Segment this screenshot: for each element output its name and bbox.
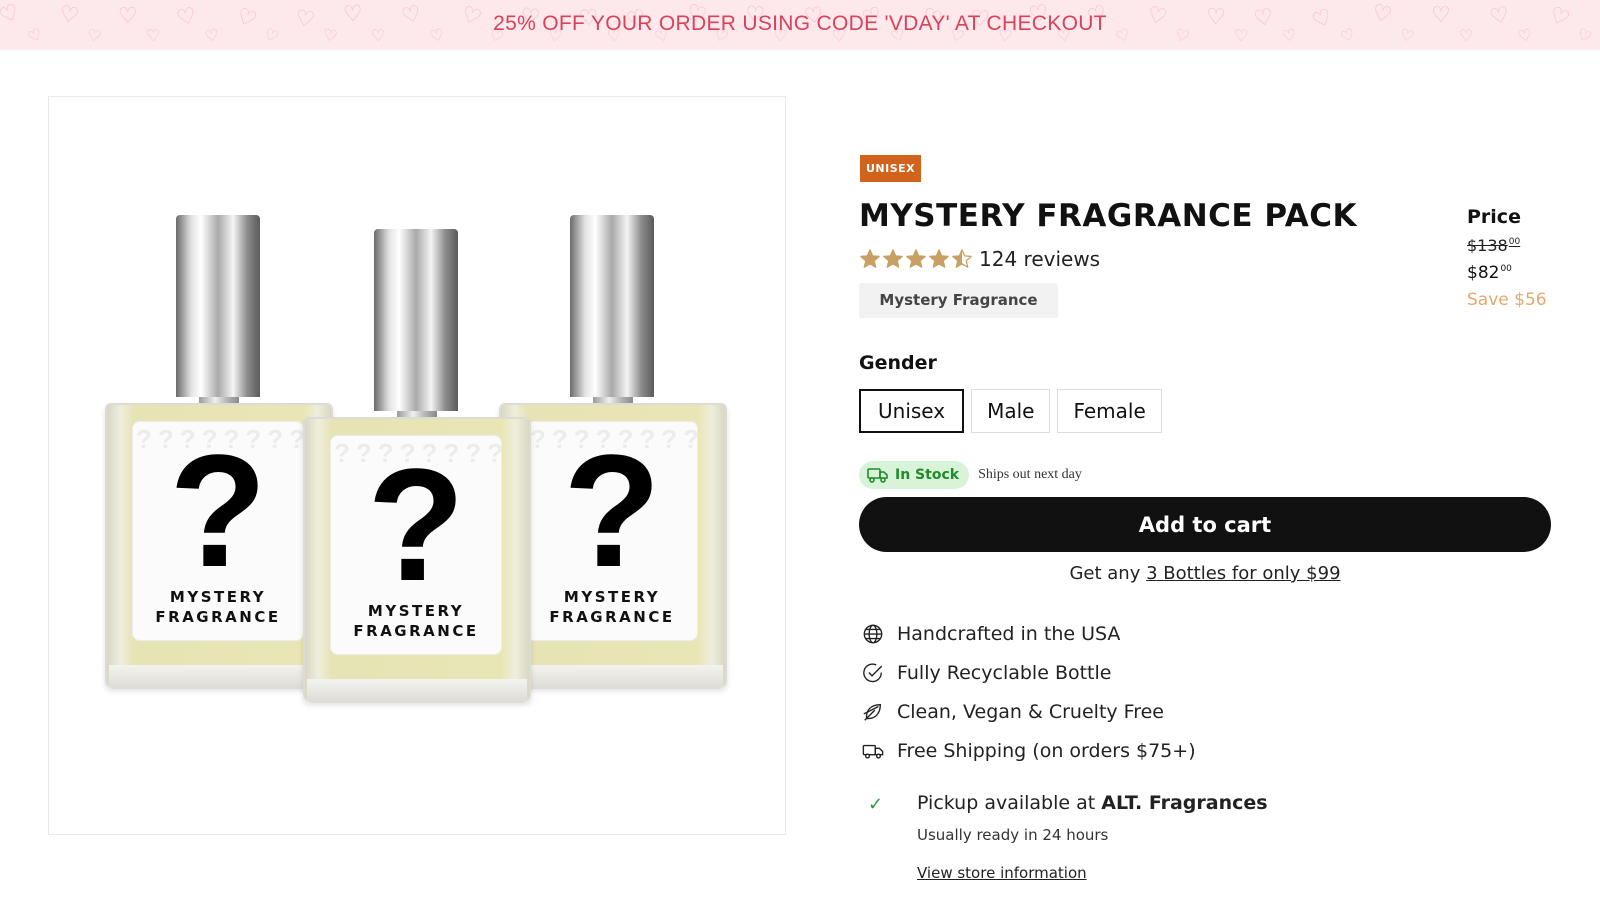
feature-text: Free Shipping (on orders $75+) [897,739,1196,762]
bottle-label: ????????????????????????????????????????… [526,421,698,641]
feature-text: Handcrafted in the USA [897,622,1121,645]
question-mark: ? [367,435,465,614]
add-to-cart-button[interactable]: Add to cart [859,497,1551,552]
truck-icon [862,744,884,759]
feature-text: Fully Recyclable Bottle [897,661,1112,684]
bottle-base [307,679,527,703]
gender-option-male[interactable]: Male [971,389,1051,433]
bottle-center: ????????????????????????????????????????… [303,229,531,705]
feature-text: Clean, Vegan & Cruelty Free [897,700,1164,723]
check-circle-icon [863,662,883,682]
original-price: $13800 [1467,236,1521,255]
globe-icon [863,624,883,643]
rating[interactable]: 124 reviews [859,246,1100,272]
star-icon [860,249,880,268]
label-text-line2: FRAGRANCE [155,608,281,626]
sale-price: $8200 [1467,263,1512,283]
reviews-link[interactable]: 124 reviews [979,247,1100,271]
label-text-line2: FRAGRANCE [549,608,675,626]
feature-item: Free Shipping (on orders $75+) [862,731,1196,770]
bottle-label: ????????????????????????????????????????… [132,421,304,641]
price-label: Price [1467,206,1521,228]
gender-options: Unisex Male Female [859,389,1162,433]
announcement-text: 25% OFF YOUR ORDER USING CODE 'VDAY' AT … [493,12,1107,35]
shipping-note: Ships out next day [978,467,1082,482]
product-title: MYSTERY FRAGRANCE PACK [859,198,1358,234]
label-text-line2: FRAGRANCE [353,622,479,640]
star-rating [859,248,973,270]
bundle-link[interactable]: 3 Bottles for only $99 [1146,563,1340,584]
feature-item: Clean, Vegan & Cruelty Free [862,692,1196,731]
bottle-left: ????????????????????????????????????????… [105,215,333,691]
bottle-cap [570,215,654,397]
savings-text: Save $56 [1467,290,1547,310]
feature-list: Handcrafted in the USA Fully Recyclable … [862,614,1196,770]
gender-option-female[interactable]: Female [1057,389,1162,433]
delivery-truck-icon [867,468,888,483]
pickup-availability: Pickup available at ALT. Fragrances [917,792,1268,814]
stock-row: In Stock Ships out next day [859,461,1082,489]
bottle-label: ????????????????????????????????????????… [330,435,502,655]
feature-item: Fully Recyclable Bottle [862,653,1196,692]
gender-option-unisex[interactable]: Unisex [859,389,965,433]
view-store-link[interactable]: View store information [917,864,1087,882]
pickup-ready-note: Usually ready in 24 hours [917,826,1109,844]
store-name: ALT. Fragrances [1101,792,1268,814]
label-text-line1: MYSTERY [169,588,267,606]
bottle-base [503,665,723,689]
label-text-line1: MYSTERY [563,588,661,606]
feature-item: Handcrafted in the USA [862,614,1196,653]
announcement-bar: ♡ ♡ ♡ ♡ ♡ ♡ ♡ ♡ ♡ ♡ ♡ ♡ ♡ ♡ ♡ ♡ ♡ ♡ ♡ ♡ ♡ ♡ ♡ ♡ ♡ ♡ ♡ ♡ ♡ ♡ ♡ ♡ ♡ ♡ ♡ ♡ ♡ ♡ ♡ ♡… [0,0,1600,50]
collection-tag[interactable]: Mystery Fragrance [859,283,1058,318]
label-text-line1: MYSTERY [367,602,465,620]
bundle-offer: Get any 3 Bottles for only $99 [859,563,1551,584]
gender-label: Gender [859,352,937,374]
stock-badge: In Stock [859,461,970,489]
bottle-base [109,665,329,689]
leaf-icon [863,703,882,721]
star-icon [906,249,926,268]
question-mark: ? [563,421,661,600]
star-icon [883,249,903,268]
star-icon [929,249,949,268]
price-block: Price $13800 $8200 Save $56 [1467,206,1587,310]
bottle-cap [176,215,260,397]
category-badge: UNISEX [860,155,922,182]
question-mark: ? [169,421,267,600]
half-star-icon [952,249,972,268]
bundle-prefix: Get any [1069,563,1147,584]
bottle-right: ????????????????????????????????????????… [499,215,727,691]
stock-status: In Stock [895,467,960,483]
product-image[interactable]: ????????????????????????????????????????… [48,96,786,835]
checkmark-icon: ✓ [868,794,884,815]
bottle-cap [374,229,458,411]
